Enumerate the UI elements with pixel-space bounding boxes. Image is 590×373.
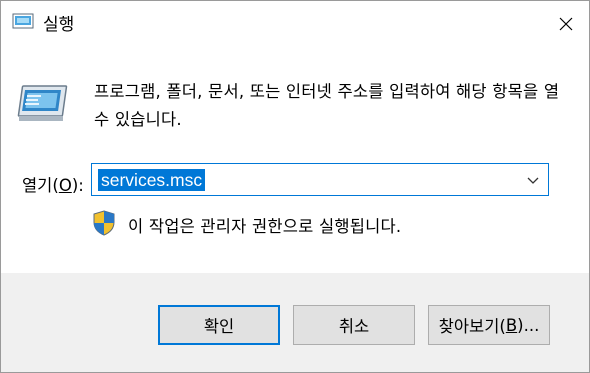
uac-shield-icon [93, 210, 115, 236]
run-dialog: 실행 프로그램, 폴더, 문서, 또는 인터넷 주소를 입력하여 해당 항목을 … [0, 0, 590, 373]
button-bar: 확인 취소 찾아보기(B)... [1, 273, 589, 372]
admin-notice: 이 작업은 관리자 권한으로 실행됩니다. [128, 217, 402, 236]
open-label-prefix: 열기( [22, 176, 59, 195]
close-icon [559, 17, 573, 30]
ok-button[interactable]: 확인 [158, 305, 280, 345]
open-label-suffix: ): [71, 176, 84, 195]
open-label-accesskey: O [58, 176, 72, 195]
open-combobox[interactable]: services.msc [91, 163, 549, 196]
run-app-icon [17, 85, 68, 121]
dialog-description: 프로그램, 폴더, 문서, 또는 인터넷 주소를 입력하여 해당 항목을 열 수… [94, 82, 560, 129]
run-icon [12, 13, 34, 29]
cancel-button[interactable]: 취소 [293, 305, 415, 345]
browse-label-accesskey: B [505, 315, 518, 335]
open-input[interactable]: services.msc [98, 169, 206, 191]
browse-label-prefix: 찾아보기( [438, 317, 506, 336]
browse-button[interactable]: 찾아보기(B)... [428, 305, 550, 345]
window-title: 실행 [43, 15, 75, 35]
cancel-button-label: 취소 [338, 317, 370, 336]
close-button[interactable] [543, 1, 589, 46]
ok-button-label: 확인 [203, 317, 235, 336]
chevron-down-icon[interactable] [526, 173, 540, 187]
browse-label-suffix: )... [517, 315, 540, 335]
title-bar[interactable]: 실행 [1, 1, 589, 46]
open-label: 열기(O): [22, 172, 84, 196]
